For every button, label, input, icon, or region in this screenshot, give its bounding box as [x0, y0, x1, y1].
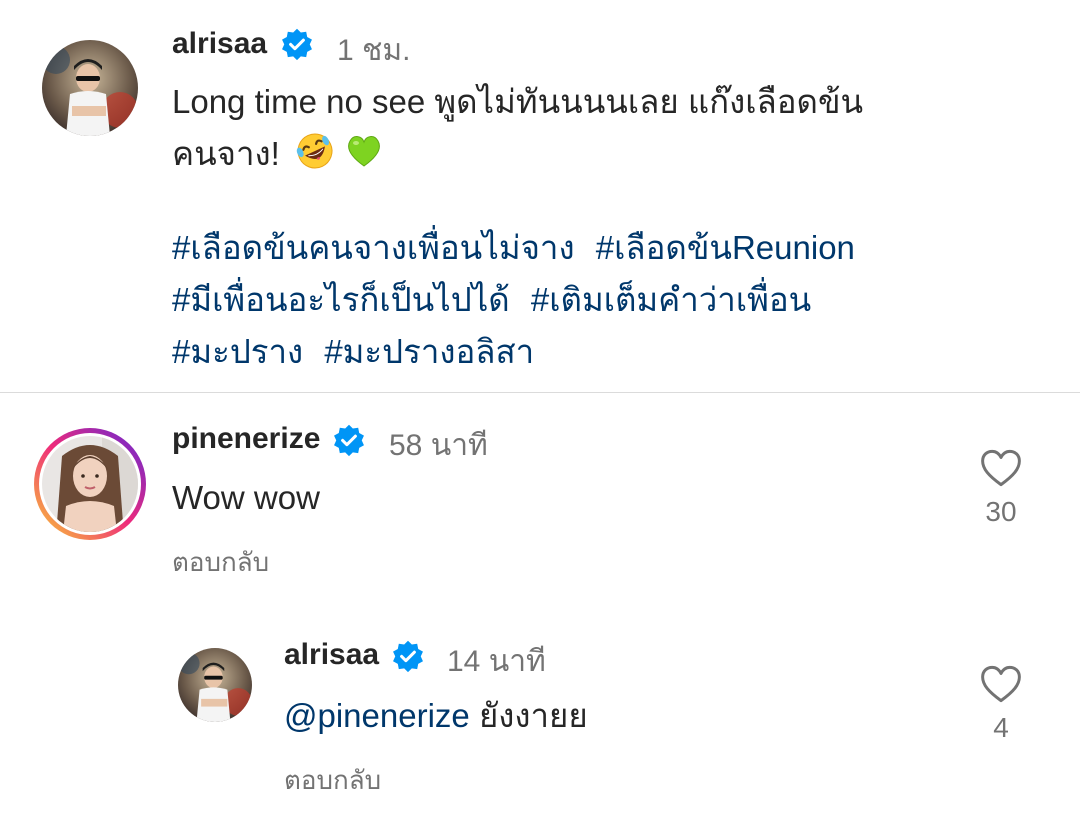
verified-badge-icon	[393, 640, 423, 673]
mention-link[interactable]: @pinenerize	[284, 697, 470, 734]
hashtag-line-2: #มีเพื่อนอะไรก็เป็นไปได้ #เติมเต็มคำว่าเ…	[172, 274, 1052, 326]
verified-badge-icon	[334, 424, 364, 457]
verified-badge-icon	[282, 28, 312, 61]
commenter-avatar-story-ring[interactable]	[32, 426, 148, 542]
post-author-avatar[interactable]	[42, 40, 138, 136]
hashtag-link[interactable]: #มะปรางอลิสา	[324, 333, 534, 370]
reply-author-username[interactable]: alrisaa	[284, 638, 379, 672]
like-count: 4	[993, 712, 1009, 743]
reply-text-body: ยังงายย	[469, 697, 588, 734]
green-heart-emoji-icon	[348, 136, 381, 167]
post-timestamp: 1 ชม.	[337, 34, 411, 67]
caption-line-2-text: คนจาง!	[172, 135, 280, 172]
like-button[interactable]: 4	[971, 664, 1031, 744]
post-caption: alrisaa 1 ชม. Long time no see พูดไม่ทัน…	[0, 0, 1080, 392]
caption-line-2: คนจาง!	[172, 128, 1032, 180]
heart-outline-icon	[981, 449, 1021, 487]
heart-outline-icon	[981, 665, 1021, 703]
caption-divider	[0, 392, 1080, 393]
rofl-emoji-icon	[296, 133, 333, 169]
like-count: 30	[985, 496, 1017, 527]
reply-text: @pinenerize ยังงายย	[284, 690, 588, 742]
hashtag-link[interactable]: #มีเพื่อนอะไรก็เป็นไปได้	[172, 281, 510, 318]
hashtag-link[interactable]: #มะปราง	[172, 333, 303, 370]
comment-timestamp: 58 นาที	[389, 429, 488, 462]
comment-text: Wow wow	[172, 479, 320, 516]
hashtag-line-1: #เลือดข้นคนจางเพื่อนไม่จาง #เลือดข้นReun…	[172, 222, 1052, 274]
commenter-username[interactable]: pinenerize	[172, 422, 320, 456]
hashtag-link[interactable]: #เลือดข้นReunion	[596, 229, 855, 266]
like-button[interactable]: 30	[971, 448, 1031, 528]
caption-hashtags: #เลือดข้นคนจางเพื่อนไม่จาง #เลือดข้นReun…	[172, 222, 1052, 378]
caption-line-1: Long time no see พูดไม่ทันนนนเลย แก๊งเลื…	[172, 83, 864, 120]
hashtag-link[interactable]: #เติมเต็มคำว่าเพื่อน	[531, 281, 811, 318]
hashtag-line-3: #มะปราง #มะปรางอลิสา	[172, 326, 1052, 378]
reply-button[interactable]: ตอบกลับ	[284, 760, 381, 801]
caption-text: Long time no see พูดไม่ทันนนนเลย แก๊งเลื…	[172, 76, 1032, 180]
reply-author-avatar[interactable]	[178, 648, 252, 722]
reply-button[interactable]: ตอบกลับ	[172, 542, 269, 583]
hashtag-link[interactable]: #เลือดข้นคนจางเพื่อนไม่จาง	[172, 229, 575, 266]
reply-timestamp: 14 นาที	[447, 645, 546, 678]
post-author-username[interactable]: alrisaa	[172, 27, 267, 61]
